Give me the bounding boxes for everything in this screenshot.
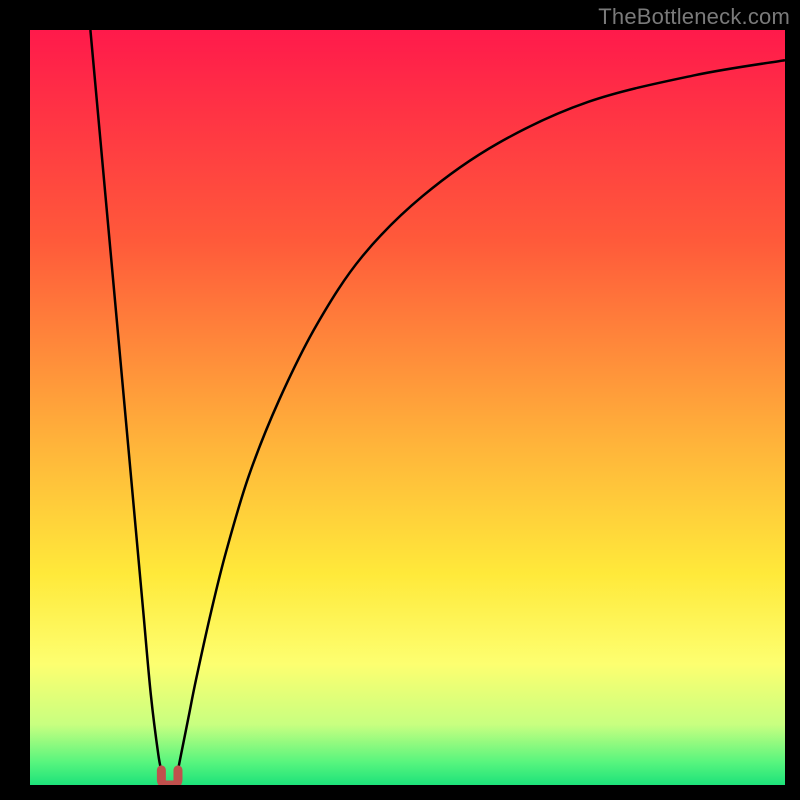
chart-container: TheBottleneck.com	[0, 0, 800, 800]
attribution-label: TheBottleneck.com	[598, 4, 790, 30]
plot-area	[30, 30, 785, 785]
plot-svg	[30, 30, 785, 785]
gradient-background	[30, 30, 785, 785]
